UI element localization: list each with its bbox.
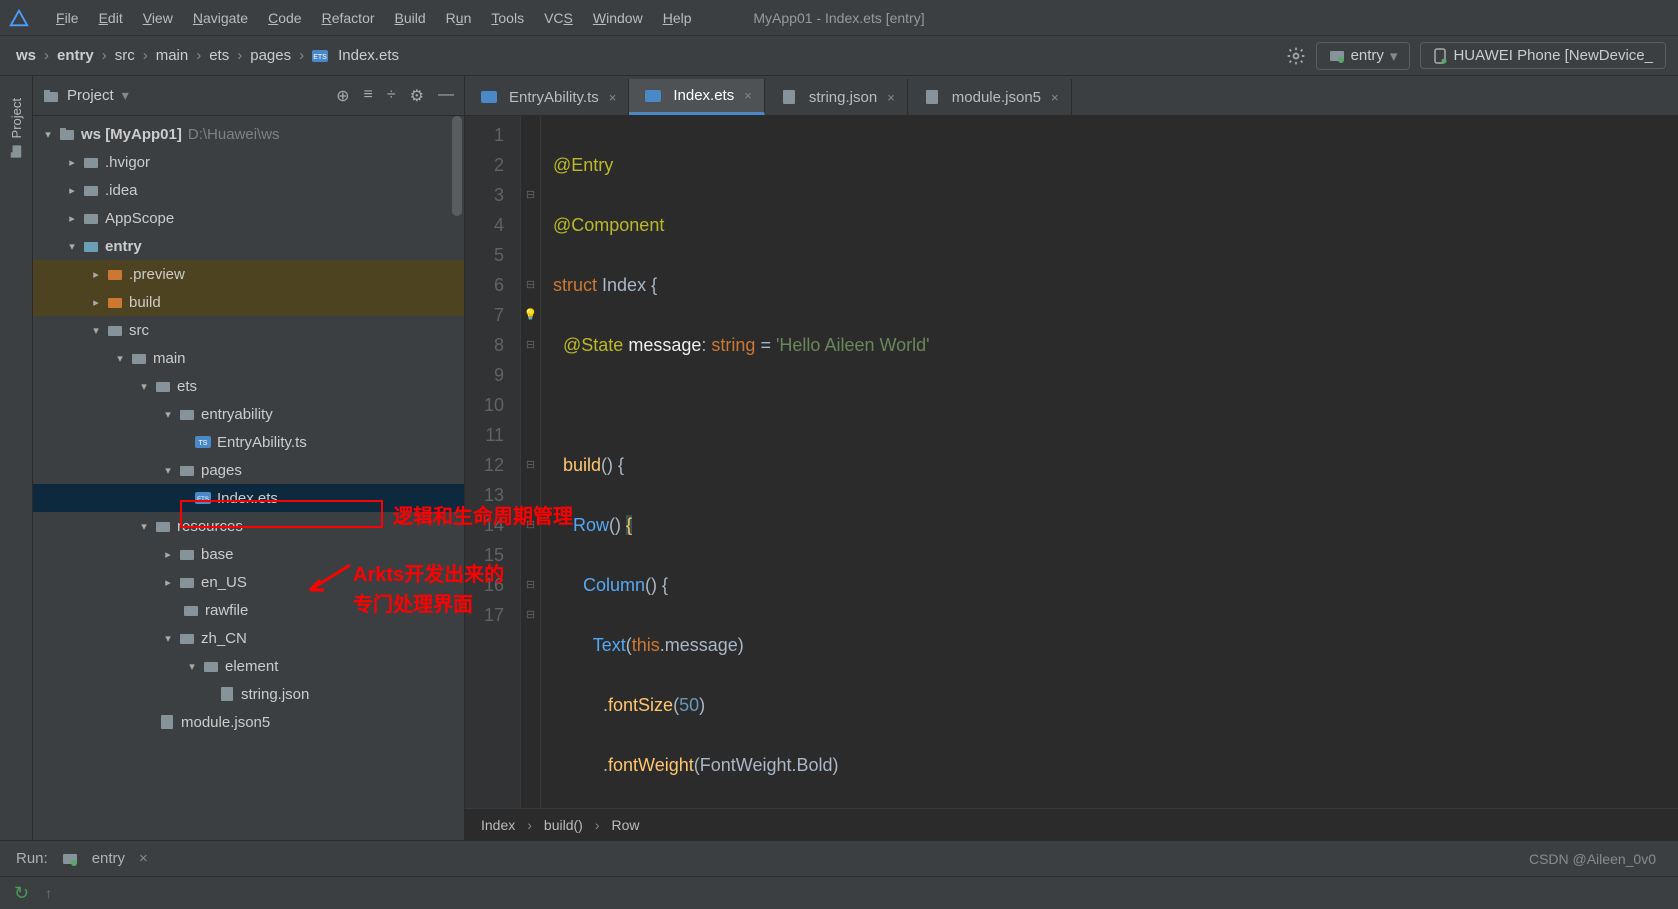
ets-file-icon: ETS <box>312 48 330 64</box>
sidebar-view-dropdown[interactable]: ▾ <box>122 87 129 104</box>
fold-gutter[interactable]: ⊟⊟💡⊟⊟⊟⊟⊟ <box>521 116 541 808</box>
menu-refactor[interactable]: Refactor <box>312 6 385 30</box>
navigation-bar: ws› entry› src› main› ets› pages› ETS In… <box>0 36 1678 76</box>
editor-tabs: EntryAbility.ts× Index.ets× string.json×… <box>465 76 1678 116</box>
menu-edit[interactable]: Edit <box>89 6 133 30</box>
ed-crumb-row[interactable]: Row <box>612 817 640 833</box>
app-logo-icon <box>8 7 30 29</box>
project-tree[interactable]: ▾ ws [MyApp01]D:\Huawei\ws ▸.hvigor ▸.id… <box>33 116 464 840</box>
collapse-all-icon[interactable]: ÷ <box>387 86 396 106</box>
close-icon[interactable]: × <box>609 90 617 105</box>
run-entry-icon <box>62 851 78 867</box>
editor-breadcrumbs: Index› build()› Row <box>465 808 1678 840</box>
tree-string-json[interactable]: string.json <box>33 680 464 708</box>
svg-text:ETS: ETS <box>313 54 327 61</box>
run-config-label: entry <box>1351 47 1384 64</box>
close-icon[interactable]: × <box>744 88 752 103</box>
left-tool-strip: Project <box>0 76 33 840</box>
watermark: CSDN @Aileen_0v0 <box>1529 851 1656 867</box>
json-file-icon <box>219 686 237 702</box>
tree-entryability-file[interactable]: TSEntryAbility.ts <box>33 428 464 456</box>
menu-code[interactable]: Code <box>258 6 311 30</box>
tree-element[interactable]: ▾element <box>33 652 464 680</box>
device-label: HUAWEI Phone [NewDevice_ <box>1453 47 1653 64</box>
tree-appscope[interactable]: ▸AppScope <box>33 204 464 232</box>
menu-help[interactable]: Help <box>653 6 702 30</box>
crumb-pages[interactable]: pages <box>246 47 295 64</box>
tree-preview[interactable]: ▸.preview <box>33 260 464 288</box>
tree-src[interactable]: ▾src <box>33 316 464 344</box>
menu-window[interactable]: Window <box>583 6 653 30</box>
tree-index-file[interactable]: ETSIndex.ets <box>33 484 464 512</box>
menu-file[interactable]: File <box>46 6 89 30</box>
select-opened-file-icon[interactable]: ⊕ <box>336 86 349 106</box>
tab-entryability[interactable]: EntryAbility.ts× <box>465 79 629 115</box>
menu-tools[interactable]: Tools <box>481 6 534 30</box>
ed-crumb-build[interactable]: build() <box>544 817 583 833</box>
tree-en-us[interactable]: ▸en_US <box>33 568 464 596</box>
close-icon[interactable]: × <box>887 90 895 105</box>
tree-main[interactable]: ▾main <box>33 344 464 372</box>
tree-module-json5[interactable]: module.json5 <box>33 708 464 736</box>
menu-vcs[interactable]: VCS <box>534 6 583 30</box>
sidebar-settings-icon[interactable]: ⚙ <box>410 86 424 106</box>
hide-sidebar-icon[interactable]: — <box>438 86 454 106</box>
tree-entry[interactable]: ▾entry <box>33 232 464 260</box>
line-gutter: 1234567891011121314151617 <box>465 116 521 808</box>
tree-ets[interactable]: ▾ets <box>33 372 464 400</box>
run-tab-entry[interactable]: entry <box>92 850 125 867</box>
tree-pages[interactable]: ▾pages <box>33 456 464 484</box>
ts-file-icon: TS <box>195 434 213 450</box>
expand-all-icon[interactable]: ≡ <box>364 86 373 106</box>
tab-index[interactable]: Index.ets× <box>629 79 764 115</box>
intention-bulb-icon[interactable]: 💡 <box>524 300 538 330</box>
tree-rawfile[interactable]: rawfile <box>33 596 464 624</box>
tree-base[interactable]: ▸base <box>33 540 464 568</box>
up-arrow-icon[interactable]: ↑ <box>45 885 52 901</box>
crumb-main[interactable]: main <box>152 47 193 64</box>
close-icon[interactable]: × <box>1051 90 1059 105</box>
ets-file-icon: ETS <box>195 490 213 506</box>
crumb-src[interactable]: src <box>111 47 139 64</box>
editor-area: EntryAbility.ts× Index.ets× string.json×… <box>465 76 1678 840</box>
crumb-entry[interactable]: entry <box>53 47 98 64</box>
svg-text:TS: TS <box>199 440 208 447</box>
menu-navigate[interactable]: Navigate <box>183 6 258 30</box>
svg-text:ETS: ETS <box>197 497 209 503</box>
tree-build[interactable]: ▸build <box>33 288 464 316</box>
code-editor[interactable]: 1234567891011121314151617 ⊟⊟💡⊟⊟⊟⊟⊟ @Entr… <box>465 116 1678 808</box>
tree-root[interactable]: ▾ ws [MyApp01]D:\Huawei\ws <box>33 120 464 148</box>
json5-file-icon <box>159 714 177 730</box>
sidebar-title: Project <box>67 87 114 104</box>
menu-bar: File Edit View Navigate Code Refactor Bu… <box>0 0 1678 36</box>
settings-icon[interactable] <box>1286 46 1306 66</box>
sidebar-header: Project ▾ ⊕ ≡ ÷ ⚙ — <box>33 76 464 116</box>
project-sidebar: Project ▾ ⊕ ≡ ÷ ⚙ — ▾ ws [MyApp01]D:\Hua… <box>33 76 465 840</box>
device-selector[interactable]: HUAWEI Phone [NewDevice_ <box>1420 42 1666 69</box>
close-run-tab-icon[interactable]: × <box>139 850 148 867</box>
menu-view[interactable]: View <box>133 6 183 30</box>
tab-string-json[interactable]: string.json× <box>765 79 908 115</box>
tree-zh-cn[interactable]: ▾zh_CN <box>33 624 464 652</box>
crumb-ets[interactable]: ets <box>205 47 233 64</box>
crumb-index[interactable]: Index.ets <box>334 47 403 64</box>
tree-entryability[interactable]: ▾entryability <box>33 400 464 428</box>
run-config-selector[interactable]: entry ▾ <box>1316 42 1411 70</box>
menu-build[interactable]: Build <box>385 6 436 30</box>
project-icon <box>43 88 59 104</box>
tab-module-json5[interactable]: module.json5× <box>908 79 1072 115</box>
status-bar: ↻ ↑ <box>0 876 1678 909</box>
ed-crumb-index[interactable]: Index <box>481 817 515 833</box>
tree-resources[interactable]: ▾resources <box>33 512 464 540</box>
crumb-ws[interactable]: ws <box>12 47 40 64</box>
code-content[interactable]: @Entry @Component struct Index { @State … <box>541 116 1678 808</box>
menu-run[interactable]: Run <box>436 6 482 30</box>
rerun-icon[interactable]: ↻ <box>14 883 29 904</box>
run-tool-bar: Run: entry × <box>0 840 1678 876</box>
run-label: Run: <box>16 850 48 867</box>
project-tool-tab[interactable]: Project <box>7 84 26 172</box>
tree-idea[interactable]: ▸.idea <box>33 176 464 204</box>
window-title: MyApp01 - Index.ets [entry] <box>753 10 924 26</box>
tree-hvigor[interactable]: ▸.hvigor <box>33 148 464 176</box>
